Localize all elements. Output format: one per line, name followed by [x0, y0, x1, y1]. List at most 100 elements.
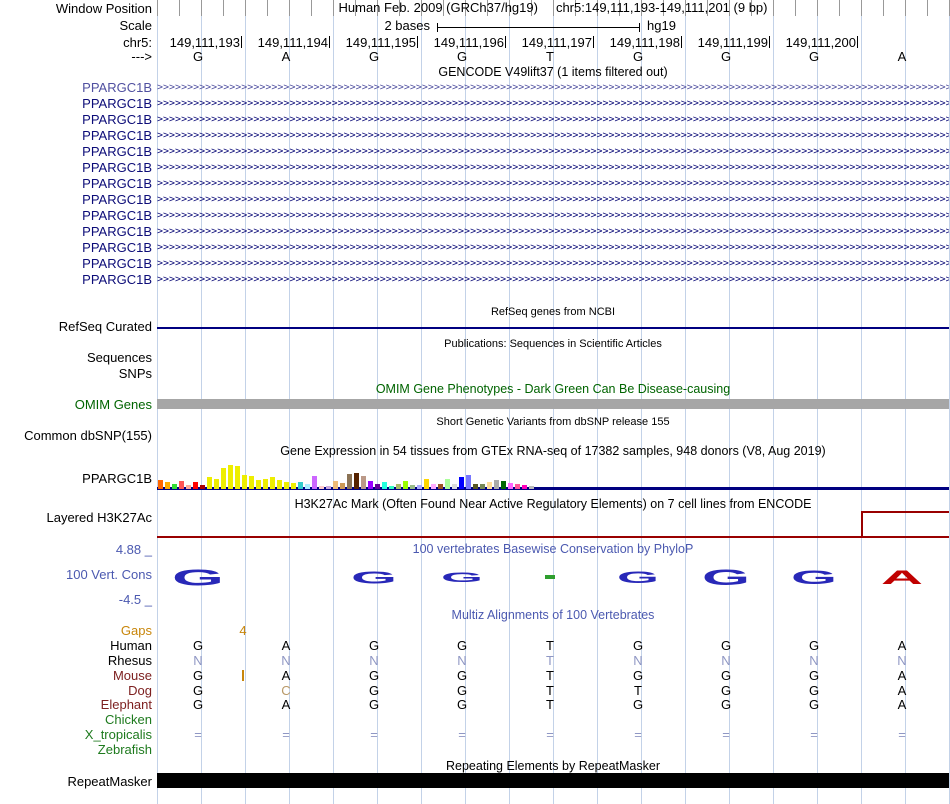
- gene-label[interactable]: PPARGC1B: [0, 97, 152, 110]
- gene-transcript-row[interactable]: >>>>>>>>>>>>>>>>>>>>>>>>>>>>>>>>>>>>>>>>…: [157, 225, 949, 238]
- conservation-logo[interactable]: GGGGGGA: [157, 556, 949, 600]
- gene-label[interactable]: PPARGC1B: [0, 193, 152, 206]
- gtex-bar[interactable]: [305, 484, 310, 489]
- gene-transcript-row[interactable]: >>>>>>>>>>>>>>>>>>>>>>>>>>>>>>>>>>>>>>>>…: [157, 241, 949, 254]
- gtex-bar[interactable]: [382, 482, 387, 489]
- sequences-label[interactable]: Sequences: [0, 351, 152, 364]
- gene-label[interactable]: PPARGC1B: [0, 241, 152, 254]
- gene-transcript-row[interactable]: >>>>>>>>>>>>>>>>>>>>>>>>>>>>>>>>>>>>>>>>…: [157, 81, 949, 94]
- gtex-bar[interactable]: [186, 485, 191, 489]
- gtex-bar[interactable]: [424, 479, 429, 489]
- gtex-bar[interactable]: [473, 484, 478, 489]
- gtex-baseline[interactable]: [157, 487, 949, 490]
- gene-label[interactable]: PPARGC1B: [0, 209, 152, 222]
- refseq-track-line[interactable]: [157, 327, 949, 329]
- gtex-bar[interactable]: [480, 484, 485, 489]
- gtex-bar[interactable]: [494, 480, 499, 489]
- gtex-bar[interactable]: [347, 474, 352, 489]
- h3k27ac-label[interactable]: Layered H3K27Ac: [0, 511, 152, 524]
- gene-transcript-row[interactable]: >>>>>>>>>>>>>>>>>>>>>>>>>>>>>>>>>>>>>>>>…: [157, 257, 949, 270]
- gtex-bar[interactable]: [235, 466, 240, 489]
- gtex-bar[interactable]: [277, 480, 282, 489]
- gtex-bar[interactable]: [515, 484, 520, 489]
- gtex-bar[interactable]: [445, 479, 450, 489]
- gtex-bar[interactable]: [333, 481, 338, 489]
- species-label[interactable]: Dog: [0, 684, 152, 697]
- gtex-bar[interactable]: [389, 486, 394, 489]
- snps-label[interactable]: SNPs: [0, 367, 152, 380]
- gtex-bar[interactable]: [438, 484, 443, 489]
- repeatmasker-label[interactable]: RepeatMasker: [0, 775, 152, 788]
- gene-transcript-row[interactable]: >>>>>>>>>>>>>>>>>>>>>>>>>>>>>>>>>>>>>>>>…: [157, 113, 949, 126]
- species-label[interactable]: X_tropicalis: [0, 728, 152, 741]
- gtex-bar[interactable]: [263, 479, 268, 489]
- gtex-bar[interactable]: [165, 482, 170, 489]
- gtex-bar[interactable]: [214, 479, 219, 489]
- gtex-bar[interactable]: [522, 485, 527, 489]
- gtex-bar[interactable]: [466, 475, 471, 489]
- gene-label[interactable]: PPARGC1B: [0, 129, 152, 142]
- gtex-bar[interactable]: [340, 483, 345, 489]
- repeatmasker-bar[interactable]: [157, 773, 949, 788]
- species-label[interactable]: Mouse: [0, 669, 152, 682]
- gtex-bar[interactable]: [242, 475, 247, 489]
- gtex-bar[interactable]: [403, 481, 408, 489]
- gtex-bar[interactable]: [298, 482, 303, 489]
- gtex-bar[interactable]: [193, 482, 198, 489]
- gtex-bar[interactable]: [459, 477, 464, 489]
- gtex-bar[interactable]: [487, 482, 492, 489]
- gtex-bar[interactable]: [354, 473, 359, 489]
- gtex-bar[interactable]: [158, 480, 163, 489]
- gtex-bar[interactable]: [368, 481, 373, 489]
- gtex-bar[interactable]: [179, 481, 184, 489]
- omim-genes-label[interactable]: OMIM Genes: [0, 398, 152, 411]
- gaps-label[interactable]: Gaps: [0, 624, 152, 637]
- gtex-bar[interactable]: [396, 484, 401, 489]
- gtex-bar[interactable]: [249, 476, 254, 489]
- gtex-bar[interactable]: [200, 485, 205, 489]
- dbsnp-label[interactable]: Common dbSNP(155): [0, 429, 152, 442]
- gene-transcript-row[interactable]: >>>>>>>>>>>>>>>>>>>>>>>>>>>>>>>>>>>>>>>>…: [157, 161, 949, 174]
- gtex-bar[interactable]: [319, 486, 324, 489]
- gtex-bar[interactable]: [221, 468, 226, 489]
- gtex-bar[interactable]: [452, 484, 457, 489]
- gene-label[interactable]: PPARGC1B: [0, 161, 152, 174]
- gtex-bar[interactable]: [291, 483, 296, 489]
- species-label[interactable]: Zebrafish: [0, 743, 152, 756]
- species-label[interactable]: Chicken: [0, 713, 152, 726]
- gene-transcript-row[interactable]: >>>>>>>>>>>>>>>>>>>>>>>>>>>>>>>>>>>>>>>>…: [157, 145, 949, 158]
- gene-transcript-row[interactable]: >>>>>>>>>>>>>>>>>>>>>>>>>>>>>>>>>>>>>>>>…: [157, 129, 949, 142]
- gtex-bar[interactable]: [270, 477, 275, 489]
- gtex-bar[interactable]: [501, 481, 506, 489]
- gtex-bar[interactable]: [312, 476, 317, 489]
- omim-track-bar[interactable]: [157, 399, 949, 409]
- gene-label[interactable]: PPARGC1B: [0, 225, 152, 238]
- gene-transcript-row[interactable]: >>>>>>>>>>>>>>>>>>>>>>>>>>>>>>>>>>>>>>>>…: [157, 209, 949, 222]
- gene-label[interactable]: PPARGC1B: [0, 145, 152, 158]
- gtex-bar[interactable]: [529, 486, 534, 489]
- conservation-label[interactable]: 100 Vert. Cons: [0, 568, 152, 581]
- gtex-bar[interactable]: [256, 480, 261, 489]
- h3k27ac-baseline[interactable]: [157, 536, 949, 538]
- gene-label[interactable]: PPARGC1B: [0, 113, 152, 126]
- gtex-bar[interactable]: [172, 484, 177, 489]
- gene-label[interactable]: PPARGC1B: [0, 257, 152, 270]
- gtex-bar[interactable]: [207, 477, 212, 489]
- gene-transcript-row[interactable]: >>>>>>>>>>>>>>>>>>>>>>>>>>>>>>>>>>>>>>>>…: [157, 177, 949, 190]
- gtex-bar[interactable]: [417, 485, 422, 489]
- gene-transcript-row[interactable]: >>>>>>>>>>>>>>>>>>>>>>>>>>>>>>>>>>>>>>>>…: [157, 193, 949, 206]
- gtex-bar[interactable]: [284, 482, 289, 489]
- gtex-bar[interactable]: [326, 486, 331, 489]
- species-label[interactable]: Elephant: [0, 698, 152, 711]
- gtex-bar[interactable]: [375, 484, 380, 489]
- refseq-curated-label[interactable]: RefSeq Curated: [0, 320, 152, 333]
- insertion-bar[interactable]: [242, 670, 244, 681]
- gene-label[interactable]: PPARGC1B: [0, 273, 152, 286]
- gtex-bar[interactable]: [228, 465, 233, 489]
- species-label[interactable]: Rhesus: [0, 654, 152, 667]
- gtex-bar[interactable]: [361, 476, 366, 489]
- gene-transcript-row[interactable]: >>>>>>>>>>>>>>>>>>>>>>>>>>>>>>>>>>>>>>>>…: [157, 97, 949, 110]
- gene-transcript-row[interactable]: >>>>>>>>>>>>>>>>>>>>>>>>>>>>>>>>>>>>>>>>…: [157, 273, 949, 286]
- gtex-bar[interactable]: [410, 485, 415, 489]
- gtex-bar[interactable]: [508, 483, 513, 489]
